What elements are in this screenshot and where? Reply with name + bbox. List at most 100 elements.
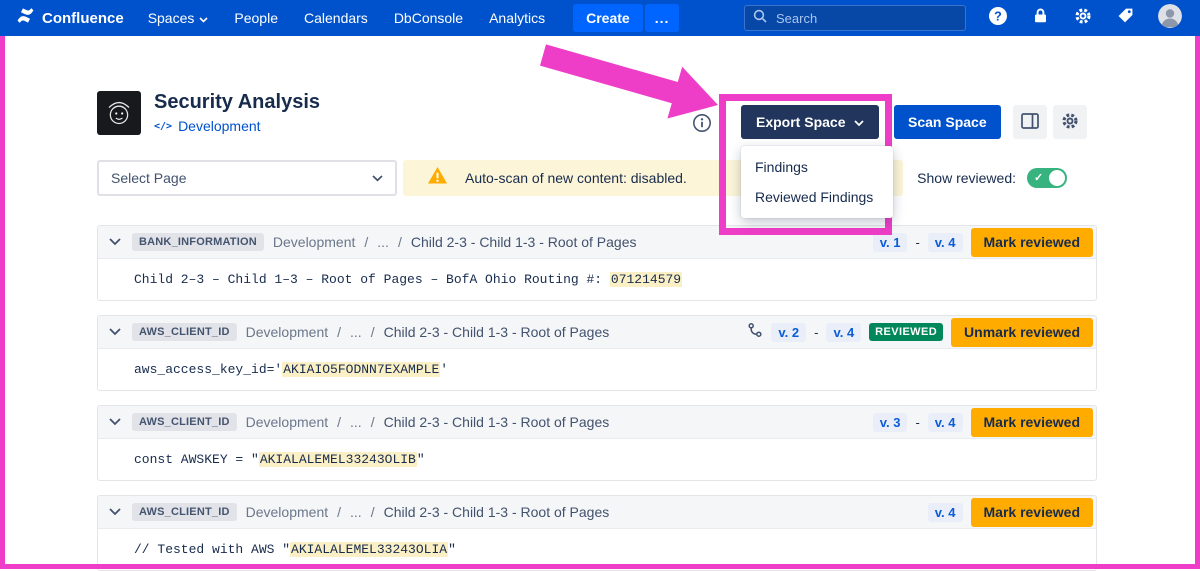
collapse-chevron-icon[interactable] [107, 326, 123, 338]
unmark-reviewed-button[interactable]: Unmark reviewed [951, 318, 1093, 347]
space-settings-button[interactable] [1053, 105, 1087, 139]
avatar[interactable] [1158, 4, 1182, 33]
code-icon: </> [154, 121, 172, 132]
code-prefix: aws_access_key_id=' [134, 362, 282, 377]
breadcrumb-space[interactable]: Development [273, 234, 356, 250]
version-from-chip[interactable]: v. 1 [873, 233, 908, 252]
code-suffix: " [417, 452, 425, 467]
collapse-chevron-icon[interactable] [107, 236, 123, 248]
findings-list: BANK_INFORMATION Development / ... / Chi… [97, 225, 1097, 571]
nav-item-people[interactable]: People [234, 10, 278, 26]
version-separator: - [814, 325, 818, 340]
secret-highlight: AKIAIO5FODNN7EXAMPLE [282, 362, 440, 377]
finding-card: AWS_CLIENT_ID Development / ... / Child … [97, 315, 1097, 391]
finding-card: AWS_CLIENT_ID Development / ... / Child … [97, 495, 1097, 571]
space-link[interactable]: Development [178, 118, 261, 134]
mark-reviewed-button[interactable]: Mark reviewed [971, 408, 1094, 437]
finding-type-badge: AWS_CLIENT_ID [132, 413, 237, 431]
breadcrumb-page[interactable]: Child 2-3 - Child 1-3 - Root of Pages [384, 414, 610, 430]
breadcrumb-space[interactable]: Development [246, 324, 329, 340]
chevron-down-icon [372, 175, 383, 182]
tag-icon[interactable] [1116, 6, 1135, 30]
nav-item-dbconsole[interactable]: DbConsole [394, 10, 463, 26]
finding-header: AWS_CLIENT_ID Development / ... / Child … [98, 406, 1096, 439]
code-prefix: // Tested with AWS " [134, 542, 290, 557]
brand-name: Confluence [42, 10, 124, 27]
search-box[interactable] [744, 5, 966, 31]
finding-snippet: // Tested with AWS "AKIALALEMEL33243OLIA… [98, 529, 1096, 570]
finding-snippet: Child 2–3 – Child 1–3 – Root of Pages – … [98, 259, 1096, 300]
export-menu-item-findings[interactable]: Findings [741, 152, 893, 182]
gear-icon[interactable] [1073, 6, 1093, 31]
version-from-chip[interactable]: v. 3 [873, 413, 908, 432]
show-reviewed-toggle[interactable]: ✓ [1027, 168, 1067, 188]
chevron-down-icon [199, 10, 208, 26]
collapse-chevron-icon[interactable] [107, 506, 123, 518]
breadcrumb-ellipsis[interactable]: ... [350, 504, 362, 520]
branch-compare-icon[interactable] [747, 322, 763, 343]
code-suffix: ' [440, 362, 448, 377]
export-menu-item-reviewed-findings[interactable]: Reviewed Findings [741, 182, 893, 212]
breadcrumb-space[interactable]: Development [246, 504, 329, 520]
info-icon[interactable] [692, 113, 712, 133]
more-button[interactable]: ... [645, 4, 680, 32]
breadcrumb-separator: / [364, 234, 368, 250]
search-input[interactable] [774, 10, 957, 27]
page-title: Security Analysis [154, 91, 320, 113]
breadcrumb-separator: / [371, 324, 375, 340]
nav-item-spaces[interactable]: Spaces [148, 10, 209, 26]
version-to-chip[interactable]: v. 4 [826, 323, 861, 342]
finding-type-badge: AWS_CLIENT_ID [132, 323, 237, 341]
breadcrumb-separator: / [337, 324, 341, 340]
reviewed-badge: REVIEWED [869, 323, 943, 341]
breadcrumb-separator: / [337, 414, 341, 430]
code-prefix: Child 2–3 – Child 1–3 – Root of Pages – … [134, 272, 610, 287]
annotation-arrow [533, 30, 733, 122]
breadcrumb-page[interactable]: Child 2-3 - Child 1-3 - Root of Pages [384, 324, 610, 340]
nav-label: Spaces [148, 10, 195, 26]
secret-highlight: AKIALALEMEL33243OLIB [259, 452, 417, 467]
sidebar-layout-button[interactable] [1013, 105, 1047, 139]
version-to-chip[interactable]: v. 4 [928, 233, 963, 252]
show-reviewed-control: Show reviewed: ✓ [917, 160, 1067, 196]
search-icon [753, 9, 767, 28]
navbar-icons: ? [988, 4, 1182, 33]
confluence-brand[interactable]: Confluence [16, 6, 124, 30]
breadcrumb-page[interactable]: Child 2-3 - Child 1-3 - Root of Pages [384, 504, 610, 520]
version-to-chip[interactable]: v. 4 [928, 503, 963, 522]
nav-item-calendars[interactable]: Calendars [304, 10, 368, 26]
lock-icon[interactable] [1031, 6, 1050, 30]
version-separator: - [915, 415, 919, 430]
version-to-chip[interactable]: v. 4 [928, 413, 963, 432]
scan-space-button[interactable]: Scan Space [894, 105, 1001, 139]
help-icon[interactable]: ? [988, 6, 1008, 31]
finding-card: AWS_CLIENT_ID Development / ... / Child … [97, 405, 1097, 481]
primary-nav: Spaces People Calendars DbConsole Analyt… [148, 10, 545, 26]
export-space-button[interactable]: Export Space [741, 105, 879, 139]
breadcrumb-ellipsis[interactable]: ... [350, 414, 362, 430]
space-avatar[interactable] [97, 91, 141, 135]
mark-reviewed-button[interactable]: Mark reviewed [971, 228, 1094, 257]
secret-highlight: 071214579 [610, 272, 682, 287]
check-icon: ✓ [1034, 171, 1043, 185]
page-select[interactable]: Select Page [97, 160, 397, 196]
breadcrumb-separator: / [337, 504, 341, 520]
collapse-chevron-icon[interactable] [107, 416, 123, 428]
finding-header: AWS_CLIENT_ID Development / ... / Child … [98, 316, 1096, 349]
finding-snippet: aws_access_key_id='AKIAIO5FODNN7EXAMPLE' [98, 349, 1096, 390]
layout-icon [1021, 113, 1039, 132]
warning-icon [427, 166, 448, 190]
nav-item-analytics[interactable]: Analytics [489, 10, 545, 26]
breadcrumb-ellipsis[interactable]: ... [377, 234, 389, 250]
page-header: Security Analysis </> Development [97, 91, 320, 135]
breadcrumb-space[interactable]: Development [246, 414, 329, 430]
warning-text: Auto-scan of new content: disabled. [465, 170, 687, 186]
toggle-knob [1049, 170, 1065, 186]
gear-icon [1060, 111, 1080, 134]
mark-reviewed-button[interactable]: Mark reviewed [971, 498, 1094, 527]
create-button[interactable]: Create [573, 4, 643, 32]
breadcrumb-ellipsis[interactable]: ... [350, 324, 362, 340]
version-from-chip[interactable]: v. 2 [771, 323, 806, 342]
breadcrumb-page[interactable]: Child 2-3 - Child 1-3 - Root of Pages [411, 234, 637, 250]
finding-header: BANK_INFORMATION Development / ... / Chi… [98, 226, 1096, 259]
